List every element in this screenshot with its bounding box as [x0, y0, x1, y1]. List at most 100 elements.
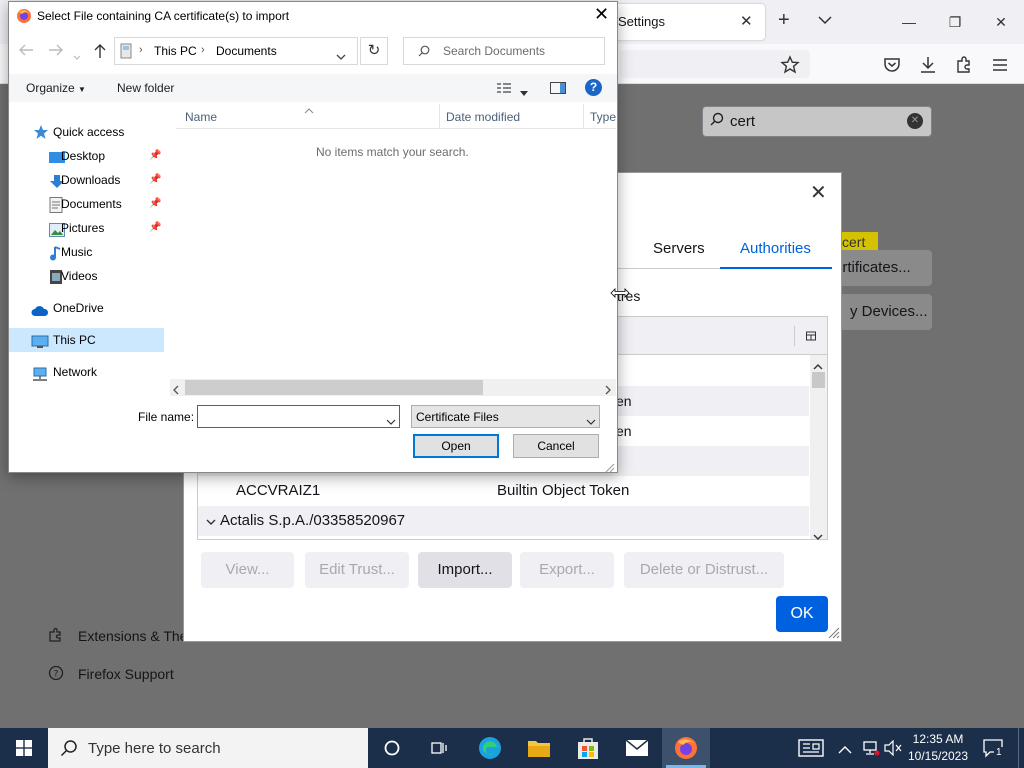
horizontal-scrollbar-thumb[interactable] [185, 380, 483, 395]
nav-label: Downloads [61, 173, 121, 187]
import-button[interactable]: Import... [418, 552, 512, 588]
scroll-right-icon[interactable] [604, 382, 612, 400]
column-separator[interactable] [583, 104, 584, 128]
edit-trust-button[interactable]: Edit Trust... [305, 552, 409, 588]
edge-icon [479, 737, 501, 759]
view-certificates-button[interactable]: ertificates... [830, 250, 932, 286]
minimize-icon[interactable]: — [886, 6, 932, 38]
delete-distrust-button[interactable]: Delete or Distrust... [624, 552, 784, 588]
new-folder-button[interactable]: New folder [117, 81, 174, 95]
tab-servers[interactable]: Servers [653, 240, 705, 257]
nav-music[interactable]: Music [9, 240, 164, 264]
cancel-button[interactable]: Cancel [513, 434, 599, 458]
network-status-icon[interactable] [862, 740, 880, 761]
preview-pane-icon[interactable] [550, 81, 566, 99]
nav-this-pc[interactable]: This PC [9, 328, 164, 352]
clear-search-icon[interactable]: ✕ [907, 113, 923, 129]
store-app[interactable] [564, 728, 612, 768]
refresh-icon[interactable]: ↻ [360, 37, 388, 65]
column-picker-icon[interactable] [805, 329, 817, 347]
nav-onedrive[interactable]: OneDrive [9, 296, 164, 320]
active-tab-indicator [720, 267, 832, 269]
column-separator[interactable] [439, 104, 440, 128]
scroll-left-icon[interactable] [172, 382, 180, 400]
nav-pictures[interactable]: Pictures 📌 [9, 216, 164, 240]
nav-desktop[interactable]: Desktop 📌 [9, 144, 164, 168]
tab-authorities[interactable]: Authorities [740, 240, 811, 257]
mail-app[interactable] [613, 728, 661, 768]
start-button[interactable] [0, 728, 48, 768]
extensions-icon[interactable] [954, 55, 974, 75]
nav-network[interactable]: Network [9, 360, 164, 384]
star-icon [33, 124, 49, 139]
resize-grip-icon[interactable] [828, 626, 840, 644]
extensions-themes-link[interactable]: Extensions & The [78, 628, 187, 644]
window-close-icon[interactable]: ✕ [978, 6, 1024, 38]
show-desktop-button[interactable] [1018, 728, 1024, 768]
row-token: en [616, 423, 632, 439]
view-button[interactable]: View... [201, 552, 294, 588]
restore-icon[interactable]: ❐ [932, 6, 978, 38]
task-view-icon [431, 742, 447, 754]
store-bag-icon [578, 738, 598, 759]
notifications-icon[interactable]: 1 [982, 738, 1004, 763]
column-name[interactable]: Name [185, 110, 217, 124]
firefox-support-link[interactable]: Firefox Support [78, 666, 174, 682]
task-view-button[interactable] [416, 728, 464, 768]
file-name-dropdown-chevron-icon[interactable] [386, 413, 396, 431]
bookmark-star-icon[interactable] [780, 55, 800, 75]
nav-documents[interactable]: Documents 📌 [9, 192, 164, 216]
new-tab-icon[interactable]: + [778, 9, 790, 32]
view-options-dropdown-icon[interactable] [520, 84, 528, 102]
help-icon[interactable]: ? [585, 79, 602, 96]
nav-label: Network [53, 365, 98, 379]
open-button[interactable]: Open [413, 434, 499, 458]
table-row-group[interactable]: Actalis S.p.A./03358520967 [198, 506, 809, 536]
recent-locations-chevron-icon[interactable] [73, 48, 81, 66]
firefox-app[interactable] [662, 728, 710, 768]
tree-scrollbar-thumb[interactable] [812, 372, 825, 388]
nav-quick-access[interactable]: Quick access [9, 120, 164, 144]
search-icon [710, 112, 724, 131]
edge-app[interactable] [466, 728, 514, 768]
ok-button[interactable]: OK [776, 596, 828, 632]
security-devices-button[interactable]: y Devices... [830, 294, 932, 330]
file-type-chevron-icon[interactable] [586, 413, 596, 431]
file-dialog-close-icon[interactable]: ✕ [594, 4, 609, 25]
cortana-button[interactable] [368, 728, 416, 768]
tab-close-icon[interactable]: ✕ [740, 12, 753, 30]
column-date-modified[interactable]: Date modified [446, 110, 520, 124]
menu-hamburger-icon[interactable] [990, 55, 1010, 75]
breadcrumb-documents[interactable]: Documents [216, 44, 277, 58]
nav-downloads[interactable]: Downloads 📌 [9, 168, 164, 192]
file-name-input[interactable] [197, 405, 400, 428]
pocket-icon[interactable] [882, 55, 902, 75]
downloads-icon[interactable] [918, 55, 938, 75]
forward-arrow-icon[interactable] [48, 43, 64, 62]
breadcrumb-this-pc[interactable]: This PC [154, 44, 197, 58]
nav-videos[interactable]: Videos [9, 264, 164, 288]
scroll-down-icon[interactable] [813, 528, 823, 546]
expand-chevron-icon[interactable] [206, 506, 216, 536]
clock-time[interactable]: 12:35 AM [900, 732, 976, 746]
organize-button[interactable]: Organize ▼ [26, 81, 86, 95]
dialog-resize-grip-icon[interactable] [605, 460, 615, 478]
back-arrow-icon[interactable] [18, 43, 34, 62]
show-hidden-icons-chevron-icon[interactable] [838, 742, 852, 760]
address-dropdown-chevron-icon[interactable] [336, 48, 346, 66]
news-widget-icon[interactable] [798, 738, 824, 763]
cloud-icon [31, 301, 49, 316]
table-row[interactable]: ACCVRAIZ1 Builtin Object Token [198, 476, 809, 506]
file-explorer-app[interactable] [515, 728, 563, 768]
nav-label: OneDrive [53, 301, 104, 315]
up-arrow-icon[interactable] [93, 43, 107, 64]
dialog-close-icon[interactable]: ✕ [810, 180, 827, 205]
clock-date[interactable]: 10/15/2023 [900, 749, 976, 763]
view-options-icon[interactable] [496, 81, 512, 99]
tab-list-chevron-icon[interactable] [818, 12, 832, 30]
breadcrumb-separator-icon: › [139, 44, 143, 56]
column-type[interactable]: Type [590, 110, 616, 124]
taskbar-search-placeholder: Type here to search [88, 740, 221, 757]
pin-icon: 📌 [149, 222, 162, 233]
export-button[interactable]: Export... [520, 552, 614, 588]
